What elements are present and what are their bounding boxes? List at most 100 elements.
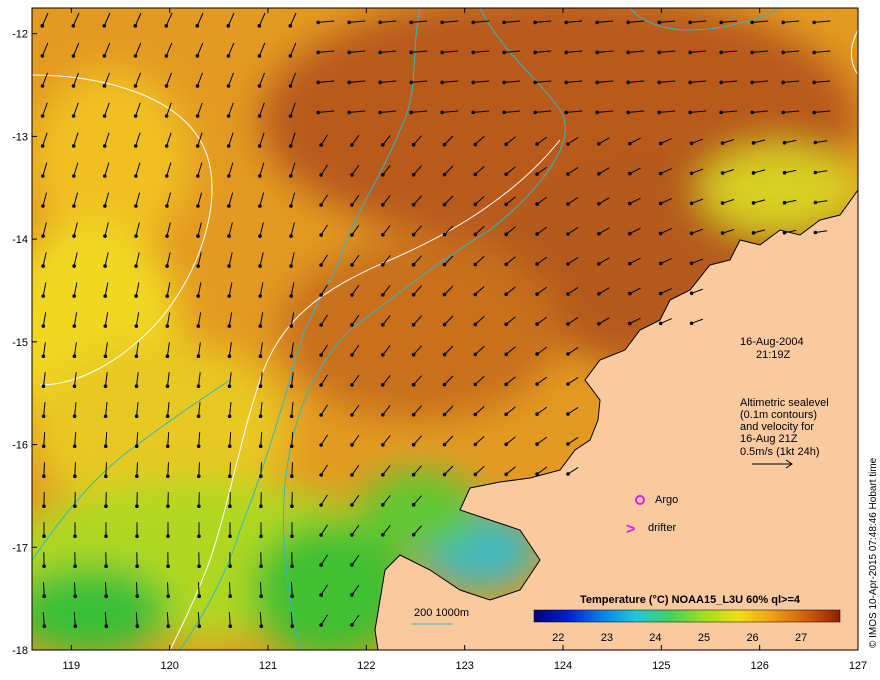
velocity-arrow-head xyxy=(41,234,45,238)
velocity-arrow-head xyxy=(197,504,201,509)
velocity-arrow-head xyxy=(473,172,478,177)
velocity-arrow-head xyxy=(134,294,138,298)
velocity-arrow-head xyxy=(442,472,447,477)
velocity-arrow-head xyxy=(751,201,756,205)
velocity-arrow-head xyxy=(195,84,200,88)
velocity-arrow-head xyxy=(104,624,109,628)
velocity-arrow-head xyxy=(134,204,138,208)
velocity-arrow-head xyxy=(72,294,76,298)
velocity-arrow-head xyxy=(442,202,447,207)
velocity-arrow-head xyxy=(350,413,354,417)
velocity-arrow-head xyxy=(133,84,138,88)
note-line: (0.1m contours) xyxy=(740,409,817,421)
velocity-arrow-head xyxy=(473,202,478,207)
velocity-arrow-head xyxy=(72,174,76,178)
velocity-arrow-head xyxy=(411,532,416,537)
velocity-arrow-head xyxy=(411,262,416,267)
velocity-arrow-head xyxy=(812,20,816,25)
velocity-arrow-head xyxy=(41,414,46,419)
velocity-arrow-head xyxy=(103,204,107,208)
velocity-arrow-head xyxy=(42,474,46,479)
velocity-arrow-head xyxy=(689,231,694,236)
velocity-arrow-head xyxy=(504,442,509,447)
velocity-arrow-head xyxy=(197,534,201,538)
velocity-arrow-head xyxy=(227,384,232,389)
velocity-arrow-head xyxy=(440,110,445,115)
note-line: Altimetric sealevel xyxy=(740,397,829,409)
velocity-arrow-head xyxy=(471,50,476,55)
velocity-arrow-head xyxy=(134,384,139,389)
velocity-arrow-head xyxy=(564,110,568,115)
velocity-arrow-head xyxy=(781,20,785,25)
velocity-arrow-head xyxy=(227,204,231,208)
velocity-arrow-head xyxy=(535,412,539,416)
velocity-arrow-head xyxy=(134,444,139,449)
velocity-arrow-head xyxy=(71,24,76,28)
velocity-arrow-head xyxy=(812,110,816,115)
velocity-arrow-head xyxy=(196,444,201,449)
velocity-arrow-head xyxy=(381,173,385,177)
velocity-arrow-head xyxy=(350,323,354,327)
velocity-arrow-head xyxy=(471,80,476,85)
velocity-arrow xyxy=(291,462,293,477)
velocity-arrow-head xyxy=(781,110,785,115)
colorbar-tick-label: 22 xyxy=(552,632,564,644)
velocity-arrow-head xyxy=(259,594,264,598)
velocity-arrow-head xyxy=(103,354,108,359)
velocity-arrow-head xyxy=(104,534,108,538)
velocity-arrow-head xyxy=(40,114,45,118)
velocity-arrow-head xyxy=(42,564,46,568)
velocity-arrow-head xyxy=(134,324,139,328)
velocity-arrow-head xyxy=(411,412,416,417)
velocity-arrow-head xyxy=(504,202,509,207)
velocity-arrow-head xyxy=(411,382,416,387)
velocity-arrow-head xyxy=(750,80,754,85)
velocity-arrow-head xyxy=(196,264,200,268)
velocity-arrow-head xyxy=(103,414,108,419)
velocity-arrow-head xyxy=(258,444,263,449)
velocity-arrow-head xyxy=(288,114,293,118)
velocity-arrow-head xyxy=(504,382,509,387)
velocity-arrow-head xyxy=(316,110,321,115)
lat-tick-label: -12 xyxy=(12,29,28,41)
velocity-arrow-head xyxy=(535,442,539,446)
velocity-arrow-head xyxy=(319,353,323,357)
velocity-arrow-head xyxy=(196,174,200,178)
note-line: 0.5m/s (1kt 24h) xyxy=(740,446,819,458)
velocity-arrow-head xyxy=(72,384,77,389)
velocity-arrow-head xyxy=(228,594,232,598)
velocity-arrow-head xyxy=(626,20,630,25)
velocity-arrow-head xyxy=(381,383,385,387)
velocity-arrow-head xyxy=(720,231,725,235)
velocity-arrow-head xyxy=(350,233,354,237)
velocity-arrow-head xyxy=(289,354,294,359)
velocity-arrow-head xyxy=(535,352,539,356)
velocity-arrow-head xyxy=(535,172,539,176)
velocity-arrow-head xyxy=(442,442,447,447)
velocity-arrow-head xyxy=(566,472,570,476)
velocity-arrow-head xyxy=(319,443,323,447)
colorbar-tick-label: 23 xyxy=(601,632,613,644)
velocity-arrow-head xyxy=(813,230,818,235)
velocity-arrow-head xyxy=(166,504,170,509)
velocity-arrow-head xyxy=(319,563,323,567)
velocity-arrow-head xyxy=(319,383,323,387)
velocity-arrow-head xyxy=(442,232,447,237)
lat-tick-label: -15 xyxy=(12,337,28,349)
velocity-arrow-head xyxy=(289,384,294,389)
velocity-arrow-head xyxy=(41,444,46,449)
velocity-arrow-head xyxy=(259,624,264,628)
velocity-arrow-head xyxy=(257,114,262,118)
velocity-arrow-head xyxy=(227,234,231,238)
velocity-arrow-head xyxy=(104,594,108,598)
velocity-arrow-head xyxy=(658,261,663,266)
velocity-arrow-head xyxy=(134,234,138,238)
velocity-arrow-head xyxy=(71,114,76,118)
velocity-arrow-head xyxy=(533,80,537,85)
velocity-arrow-head xyxy=(411,352,416,357)
velocity-arrow-head xyxy=(381,323,385,327)
velocity-arrow-head xyxy=(504,142,509,147)
velocity-arrow xyxy=(136,462,138,477)
velocity-arrow-head xyxy=(350,503,354,507)
velocity-arrow-head xyxy=(411,472,416,477)
